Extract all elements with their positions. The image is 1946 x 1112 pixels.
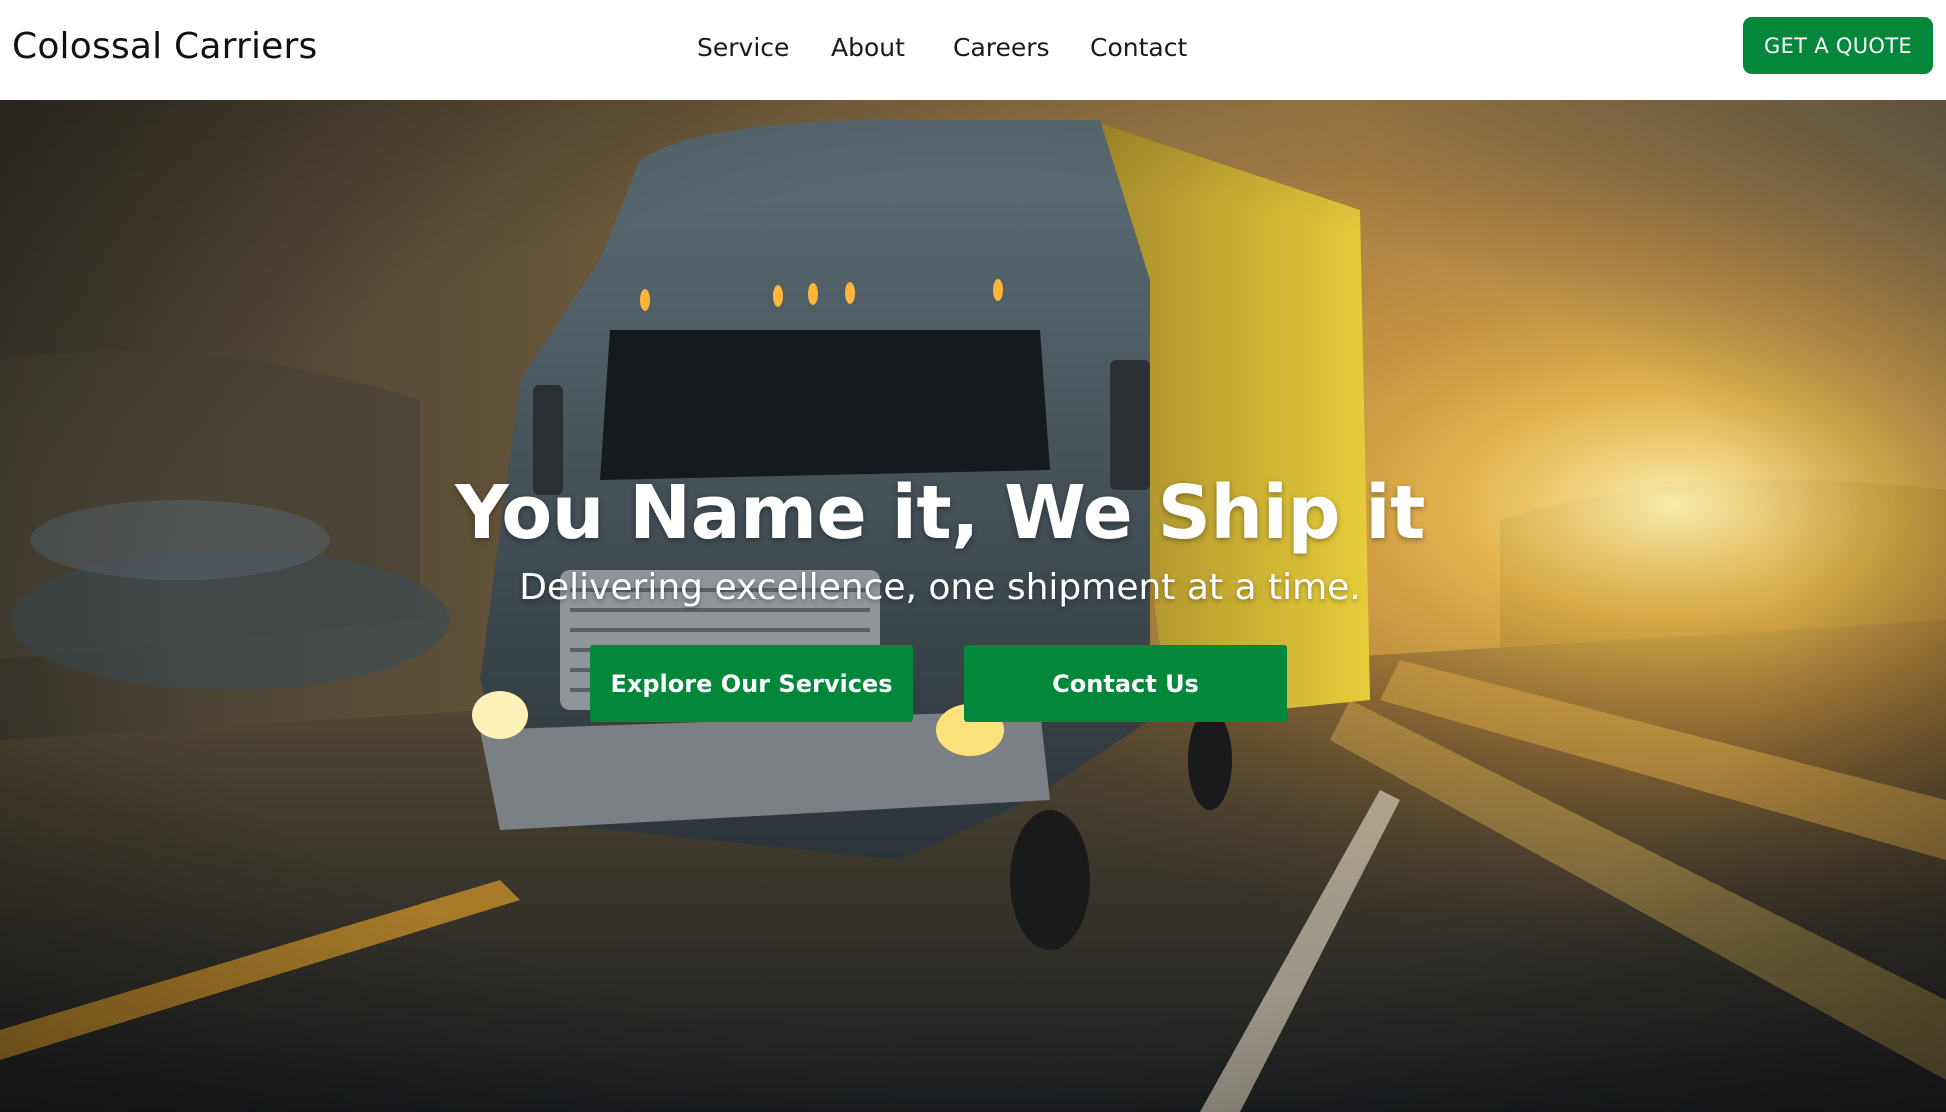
- main-nav: Service About Careers Contact: [0, 28, 1946, 68]
- nav-link-careers[interactable]: Careers: [953, 28, 1050, 68]
- hero-subheadline: Delivering excellence, one shipment at a…: [519, 567, 1361, 608]
- get-a-quote-button[interactable]: GET A QUOTE: [1743, 17, 1933, 74]
- nav-link-contact[interactable]: Contact: [1090, 28, 1187, 68]
- hero-section: You Name it, We Ship it Delivering excel…: [0, 100, 1946, 1112]
- explore-services-button[interactable]: Explore Our Services: [590, 645, 913, 722]
- site-header: Colossal Carriers Service About Careers …: [0, 0, 1946, 100]
- nav-link-service[interactable]: Service: [697, 28, 789, 68]
- hero-headline: You Name it, We Ship it: [455, 470, 1425, 556]
- nav-link-about[interactable]: About: [831, 28, 905, 68]
- hero-content: You Name it, We Ship it Delivering excel…: [0, 100, 1946, 1112]
- contact-us-button[interactable]: Contact Us: [964, 645, 1287, 722]
